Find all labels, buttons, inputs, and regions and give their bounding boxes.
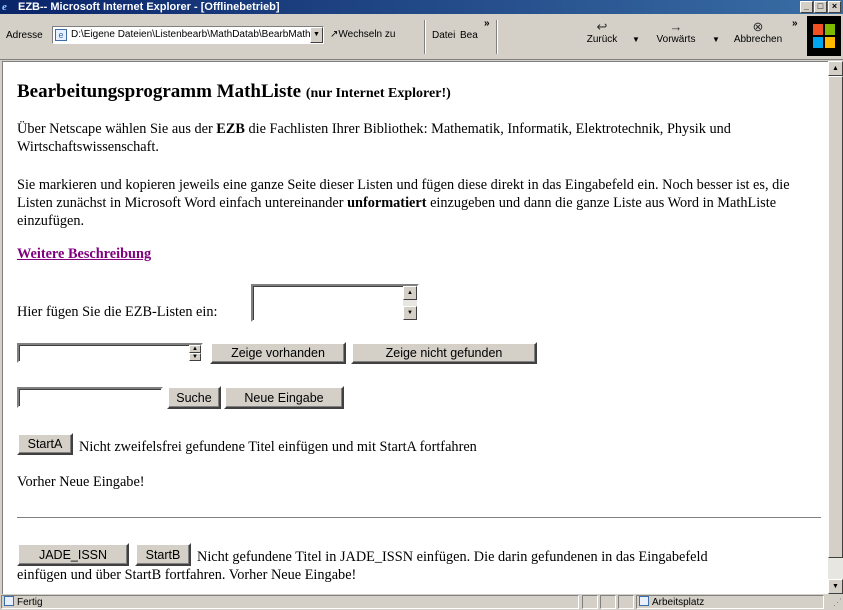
back-arrow-icon: ↩ xyxy=(596,19,608,34)
scroll-down-icon[interactable]: ▼ xyxy=(828,579,843,594)
startB-description-continued: einfügen und über StartB fortfahren. Vor… xyxy=(17,567,357,583)
ie-logo-icon: e xyxy=(2,1,7,13)
scroll-thumb[interactable] xyxy=(828,76,843,558)
address-value: D:\Eigene Dateien\Listenbearb\MathDatab\… xyxy=(71,29,324,40)
address-label: Adresse xyxy=(6,30,43,41)
page-icon: e xyxy=(55,29,67,41)
textarea-scrollbar[interactable]: ▲ ▼ xyxy=(403,286,417,320)
window-titlebar: e EZB-- Microsoft Internet Explorer - [O… xyxy=(0,0,843,14)
para1-text: Über Netscape wählen Sie aus der xyxy=(17,121,217,137)
show-not-found-button[interactable]: Zeige nicht gefunden xyxy=(351,342,537,364)
page-status-icon xyxy=(4,596,14,606)
status-panel xyxy=(618,595,634,609)
stop-label: Abbrechen xyxy=(733,34,783,45)
search-button[interactable]: Suche xyxy=(167,386,221,409)
unformatiert-bold: unformatiert xyxy=(347,195,427,211)
toolbar-separator xyxy=(496,20,498,54)
minimize-button[interactable]: _ xyxy=(800,1,813,13)
startB-description: Nicht gefundene Titel in JADE_ISSN einfü… xyxy=(197,549,708,565)
spin-down-icon[interactable]: ▼ xyxy=(189,353,201,361)
forward-arrow-icon: → xyxy=(669,19,683,34)
instructions-paragraph: Sie markieren und kopieren jeweils eine … xyxy=(17,176,817,230)
scroll-up-icon[interactable]: ▲ xyxy=(403,286,417,300)
status-text: Fertig xyxy=(17,597,43,608)
windows-logo-icon xyxy=(807,16,841,56)
address-dropdown-icon[interactable]: ▼ xyxy=(310,27,323,43)
forward-button[interactable]: → Vorwärts xyxy=(648,19,704,46)
back-button[interactable]: ↩ Zurück xyxy=(574,19,630,46)
menu-bearbeiten[interactable]: Bea xyxy=(460,30,478,41)
toolbar-more-chevron-icon[interactable]: » xyxy=(792,18,798,29)
status-panel xyxy=(600,595,616,609)
stop-button[interactable]: ⊗ Abbrechen xyxy=(726,19,790,46)
zone-text: Arbeitsplatz xyxy=(652,597,705,608)
ezb-list-textarea[interactable]: ▲ ▼ xyxy=(251,284,419,322)
toolbar-separator xyxy=(424,20,426,54)
forward-dropdown-icon[interactable]: ▼ xyxy=(712,35,720,44)
scroll-down-icon[interactable]: ▼ xyxy=(403,306,417,320)
window-controls: _ □ × xyxy=(800,1,841,13)
window-title: EZB-- Microsoft Internet Explorer - [Off… xyxy=(18,1,280,13)
select-spinner[interactable]: ▲ ▼ xyxy=(189,345,201,361)
status-zone-panel: Arbeitsplatz xyxy=(636,595,824,609)
search-input[interactable] xyxy=(17,387,163,408)
paste-label: Hier fügen Sie die EZB-Listen ein: xyxy=(17,304,218,320)
back-label: Zurück xyxy=(586,34,618,45)
close-button[interactable]: × xyxy=(828,1,841,13)
ezb-bold: EZB xyxy=(216,121,245,137)
startB-button[interactable]: StartB xyxy=(135,543,191,566)
horizontal-divider xyxy=(17,517,821,519)
go-label: Wechseln zu xyxy=(338,29,396,40)
status-panel xyxy=(582,595,598,609)
resize-grip-icon[interactable]: ⋰ xyxy=(833,595,842,609)
startA-button[interactable]: StartA xyxy=(17,433,73,455)
go-button[interactable]: ↗Wechseln zu xyxy=(330,29,395,40)
new-input-button[interactable]: Neue Eingabe xyxy=(224,386,344,409)
jade-issn-button[interactable]: JADE_ISSN xyxy=(17,543,129,566)
page-viewport: Bearbeitungsprogramm MathListe (nur Inte… xyxy=(2,61,828,594)
more-description-link[interactable]: Weitere Beschreibung xyxy=(17,246,151,263)
address-input[interactable]: e D:\Eigene Dateien\Listenbearb\MathData… xyxy=(52,26,324,44)
maximize-button[interactable]: □ xyxy=(814,1,827,13)
show-existing-button[interactable]: Zeige vorhanden xyxy=(210,342,346,364)
page-title: Bearbeitungsprogramm MathListe (nur Inte… xyxy=(17,81,451,103)
back-dropdown-icon[interactable]: ▼ xyxy=(632,35,640,44)
forward-label: Vorwärts xyxy=(656,34,696,45)
status-bar: Fertig Arbeitsplatz ⋰ xyxy=(0,594,843,610)
scroll-up-icon[interactable]: ▲ xyxy=(828,61,843,76)
startA-description: Nicht zweifelsfrei gefundene Titel einfü… xyxy=(79,439,477,455)
page-scrollbar[interactable]: ▲ ▼ xyxy=(828,61,843,594)
spin-up-icon[interactable]: ▲ xyxy=(189,345,201,353)
stop-icon: ⊗ xyxy=(752,19,764,34)
computer-icon xyxy=(639,596,649,606)
result-select[interactable]: ▲ ▼ xyxy=(17,343,203,363)
menu-datei[interactable]: Datei xyxy=(432,30,455,41)
intro-paragraph: Über Netscape wählen Sie aus der EZB die… xyxy=(17,120,817,156)
previous-new-input-note: Vorher Neue Eingabe! xyxy=(17,474,145,490)
browser-toolbar: Adresse e D:\Eigene Dateien\Listenbearb\… xyxy=(0,14,843,60)
page-title-text: Bearbeitungsprogramm MathListe xyxy=(17,81,302,102)
page-title-note: (nur Internet Explorer!) xyxy=(305,86,451,101)
menu-more-chevron-icon[interactable]: » xyxy=(484,18,490,29)
status-main-panel: Fertig xyxy=(1,595,579,609)
